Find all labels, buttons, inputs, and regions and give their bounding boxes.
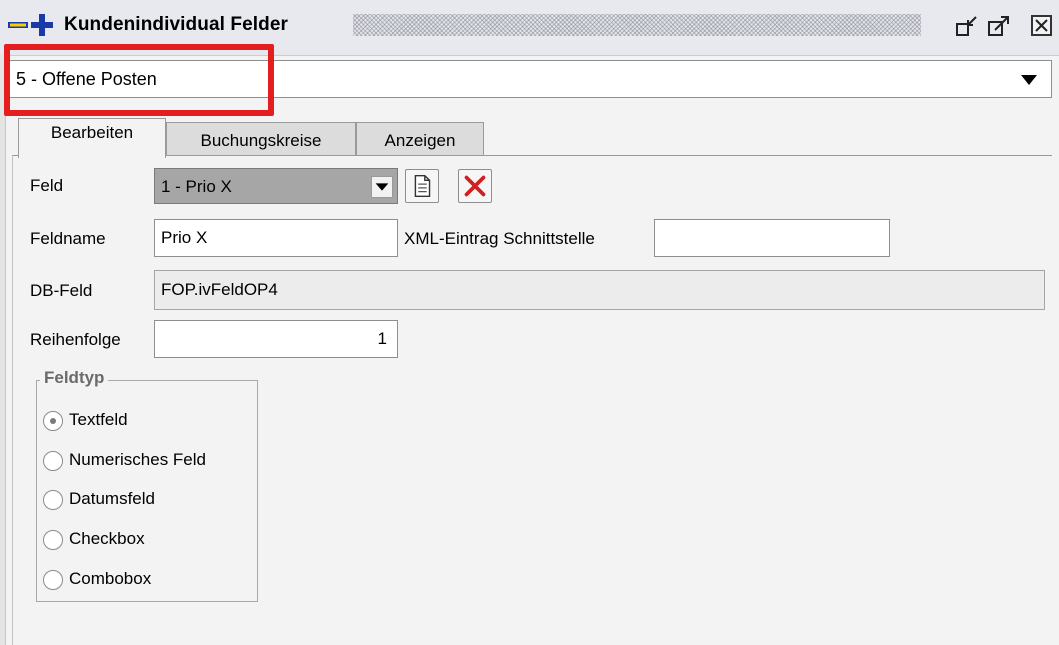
- radio-label: Checkbox: [69, 529, 145, 548]
- radio-button[interactable]: [43, 411, 63, 431]
- delete-icon: [464, 175, 486, 197]
- category-combobox-value: 5 - Offene Posten: [16, 69, 157, 89]
- undock-icon[interactable]: [955, 14, 979, 38]
- frame-left-edge: [0, 55, 6, 645]
- document-icon: [414, 174, 431, 198]
- reihenfolge-label: Reihenfolge: [30, 330, 121, 349]
- tab-anzeigen[interactable]: Anzeigen: [356, 122, 484, 156]
- chevron-down-icon[interactable]: [1021, 74, 1037, 86]
- tab-bearbeiten[interactable]: Bearbeiten: [18, 118, 166, 158]
- feldname-input[interactable]: Prio X: [154, 219, 398, 257]
- dbfeld-input: FOP.ivFeldOP4: [154, 270, 1045, 310]
- delete-button[interactable]: [458, 169, 492, 203]
- window-frame: Kundenindividual Felder 5 - Offene Poste…: [0, 0, 1059, 645]
- category-combobox[interactable]: 5 - Offene Posten: [7, 60, 1052, 98]
- radio-label: Textfeld: [69, 410, 128, 429]
- feldtyp-group-title: Feldtyp: [40, 368, 109, 388]
- feld-label: Feld: [30, 176, 64, 195]
- radio-label: Datumsfeld: [69, 489, 155, 508]
- new-document-button[interactable]: [405, 169, 439, 203]
- radio-button[interactable]: [43, 530, 63, 550]
- window-title: Kundenindividual Felder: [64, 14, 288, 35]
- chevron-down-icon: [375, 183, 389, 191]
- dbfeld-label: DB-Feld: [30, 281, 93, 300]
- radio-button[interactable]: [43, 490, 63, 510]
- xml-eintrag-input[interactable]: [654, 219, 890, 257]
- radio-label: Combobox: [69, 569, 152, 588]
- radio-button[interactable]: [43, 570, 63, 590]
- feld-select-value: 1 - Prio X: [161, 177, 232, 196]
- tab-bar: Bearbeiten Buchungskreise Anzeigen: [10, 118, 1050, 158]
- close-icon[interactable]: [1030, 14, 1054, 38]
- title-bar-grip[interactable]: [353, 14, 921, 36]
- feld-select-dropdown-button[interactable]: [371, 176, 393, 198]
- radio-button[interactable]: [43, 451, 63, 471]
- radio-label: Numerisches Feld: [69, 450, 206, 469]
- maximize-icon[interactable]: [987, 14, 1011, 38]
- xml-eintrag-label: XML-Eintrag Schnittstelle: [404, 229, 595, 248]
- tab-buchungskreise[interactable]: Buchungskreise: [166, 122, 356, 156]
- expand-icon[interactable]: [28, 10, 58, 40]
- reihenfolge-input[interactable]: 1: [154, 320, 398, 358]
- title-bar[interactable]: Kundenindividual Felder: [0, 0, 1059, 56]
- feld-select[interactable]: 1 - Prio X: [154, 168, 398, 204]
- feldname-label: Feldname: [30, 229, 106, 248]
